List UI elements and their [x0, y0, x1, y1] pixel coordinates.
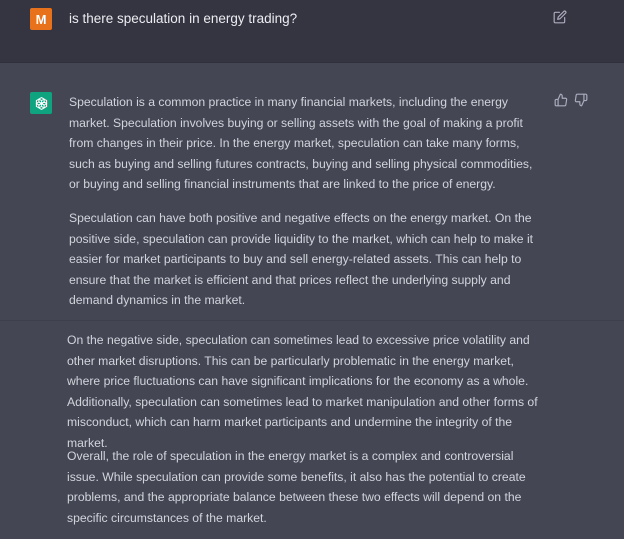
assistant-avatar: [30, 92, 52, 114]
assistant-paragraph-2: Speculation can have both positive and n…: [69, 211, 534, 307]
openai-logo-icon: [35, 96, 47, 110]
edit-icon[interactable]: [553, 10, 567, 24]
user-message-text: is there speculation in energy trading?: [69, 11, 298, 26]
assistant-message-row: Speculation is a common practice in many…: [0, 63, 624, 539]
thumbs-down-icon[interactable]: [574, 93, 588, 107]
divider: [0, 320, 624, 321]
assistant-paragraph-1: Speculation is a common practice in many…: [69, 95, 533, 191]
user-message-row: M is there speculation in energy trading…: [0, 0, 624, 63]
assistant-paragraph-4: Overall, the role of speculation in the …: [67, 449, 526, 525]
user-avatar: M: [30, 8, 52, 30]
assistant-paragraph-3: On the negative side, speculation can so…: [67, 333, 538, 450]
thumbs-up-icon[interactable]: [554, 93, 568, 107]
